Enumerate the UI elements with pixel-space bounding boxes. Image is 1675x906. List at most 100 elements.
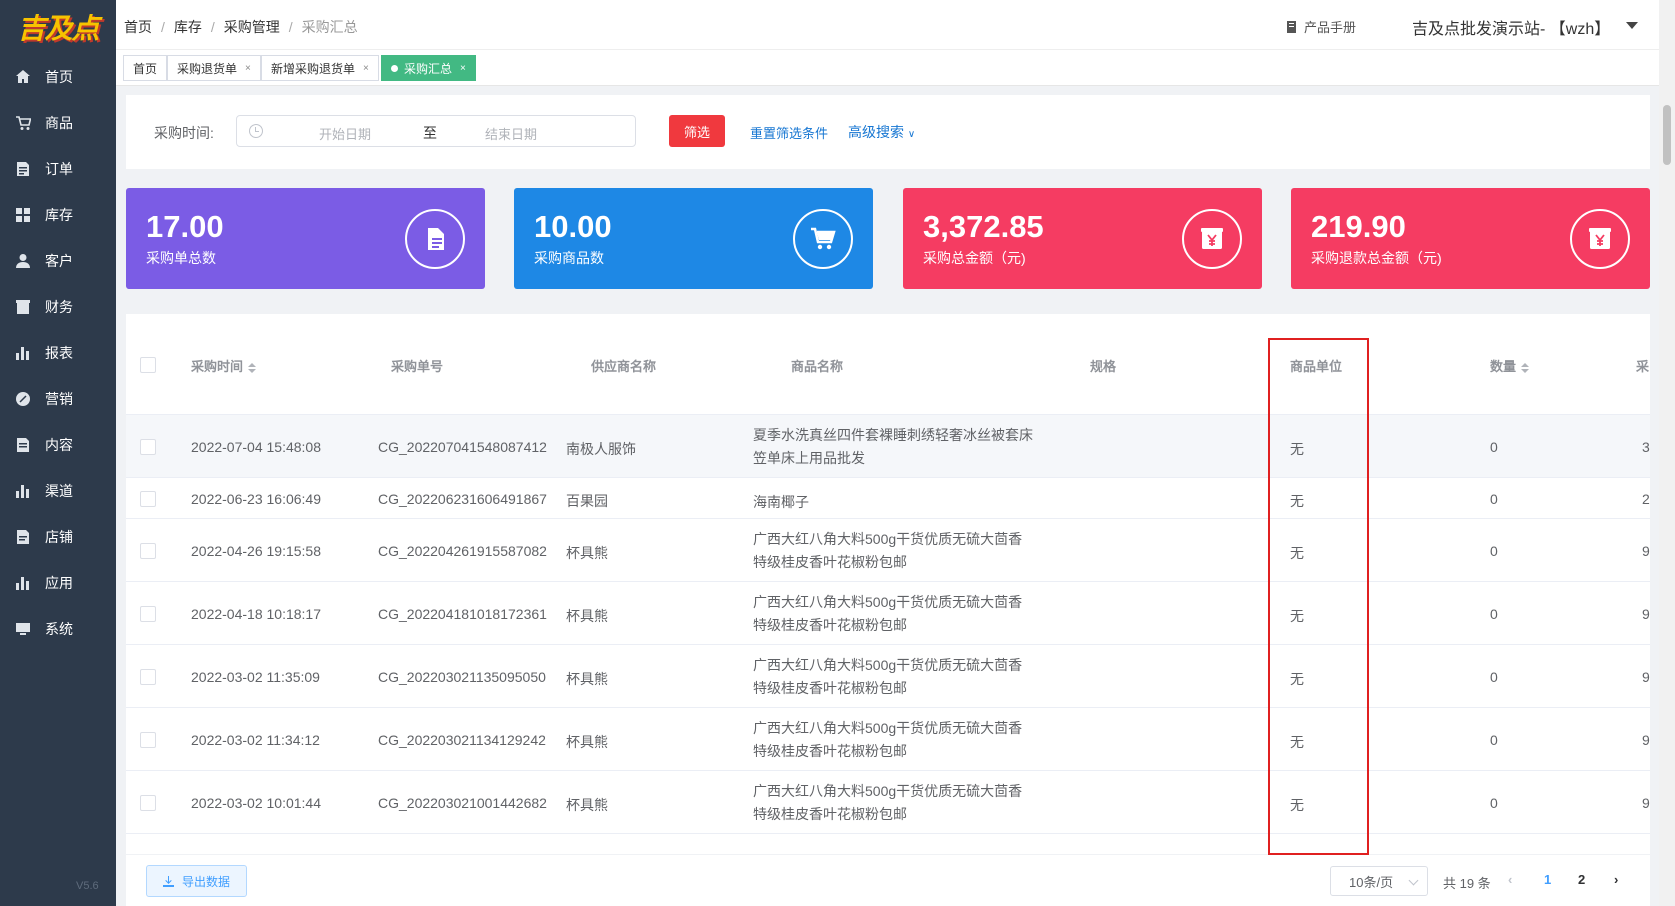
table-row[interactable]: 2022-04-18 10:18:17 CG_202204181018172361… (126, 582, 1650, 645)
sidebar-item-1[interactable]: 商品 (0, 100, 116, 146)
tab-label: 采购汇总 (404, 61, 453, 76)
product-line: 笠单床上用品批发 (753, 450, 865, 466)
bar-chart-icon (16, 347, 29, 360)
logo[interactable]: 吉及点 (0, 0, 116, 54)
order-no[interactable]: CG_202204181018172361 (378, 606, 547, 622)
tab-purchase-return[interactable]: 采购退货单 × (167, 55, 261, 81)
scrollbar-thumb[interactable] (1663, 105, 1671, 165)
sidebar-item-3[interactable]: 库存 (0, 192, 116, 238)
next-page-icon[interactable]: › (1614, 872, 1618, 887)
select-all-checkbox[interactable] (140, 357, 156, 373)
sidebar-item-label: 应用 (45, 575, 73, 591)
header-quantity[interactable]: 数量 (1490, 356, 1530, 375)
clock-icon (249, 124, 263, 138)
close-icon[interactable]: × (363, 63, 369, 74)
page-2[interactable]: 2 (1578, 872, 1585, 887)
product-name: 夏季水洗真丝四件套裸睡刺绣轻奢冰丝被套床 笠单床上用品批发 (753, 424, 1033, 470)
advanced-search-link[interactable]: 高级搜索 ∨ (848, 122, 915, 142)
row-checkbox[interactable] (140, 543, 156, 559)
end-date-input[interactable]: 结束日期 (461, 124, 561, 143)
product-line: 广西大红八角大料500g干货优质无硫大茴香 (753, 783, 1023, 799)
breadcrumb-inventory[interactable]: 库存 (174, 19, 202, 35)
stat-value: 3,372.85 (923, 209, 1044, 244)
order-no[interactable]: CG_202206231606491867 (378, 491, 547, 507)
quantity-value: 0 (1490, 732, 1498, 748)
order-no[interactable]: CG_202204261915587082 (378, 543, 547, 559)
table-header-row: 采购时间 采购单号 供应商名称 商品名称 规格 商品单位 数量 采 (126, 314, 1650, 415)
table-row[interactable]: 2022-03-02 10:01:44 CG_202203021001442682… (126, 771, 1650, 834)
table-row[interactable]: 2022-03-02 11:34:12 CG_202203021134129242… (126, 708, 1650, 771)
export-data-button[interactable]: 导出数据 (146, 865, 247, 897)
sidebar-item-2[interactable]: 订单 (0, 146, 116, 192)
row-checkbox[interactable] (140, 439, 156, 455)
sidebar-item-4[interactable]: 客户 (0, 238, 116, 284)
header-spec: 规格 (1090, 359, 1117, 374)
tab-new-purchase-return[interactable]: 新增采购退货单 × (261, 55, 379, 81)
breadcrumb-purchase-management[interactable]: 采购管理 (224, 19, 280, 35)
order-no[interactable]: CG_202203021135095050 (378, 669, 546, 685)
row-checkbox[interactable] (140, 795, 156, 811)
header-label: 数量 (1490, 359, 1517, 374)
header-purchase-time[interactable]: 采购时间 (191, 356, 257, 375)
user-menu-caret-icon[interactable] (1626, 22, 1638, 29)
bar-chart-icon (16, 577, 29, 590)
quantity-value: 0 (1490, 795, 1498, 811)
site-name[interactable]: 吉及点批发演示站- 【wzh】 (1412, 15, 1610, 39)
supplier-name: 杯具熊 (566, 671, 608, 687)
sidebar-item-5[interactable]: 财务 (0, 284, 116, 330)
sidebar-item-10[interactable]: 店铺 (0, 514, 116, 560)
table-row[interactable]: 2022-03-02 11:35:09 CG_202203021135095050… (126, 645, 1650, 708)
close-icon[interactable]: × (245, 63, 251, 74)
product-manual-link[interactable]: 产品手册 (1286, 17, 1356, 36)
sidebar-item-8[interactable]: 内容 (0, 422, 116, 468)
sidebar-item-label: 首页 (45, 69, 73, 85)
sort-icon[interactable] (1521, 362, 1530, 373)
order-no[interactable]: CG_202207041548087412 (378, 439, 547, 455)
document-icon (17, 438, 29, 452)
purchase-time: 2022-03-02 10:01:44 (191, 795, 321, 811)
sort-icon[interactable] (248, 362, 257, 373)
date-range-picker[interactable]: 开始日期 至 结束日期 (236, 115, 636, 147)
sidebar-item-9[interactable]: 渠道 (0, 468, 116, 514)
page-1[interactable]: 1 (1544, 872, 1551, 887)
quantity-value: 0 (1490, 669, 1498, 685)
prev-page-icon[interactable]: ‹ (1508, 872, 1512, 887)
yen-icon (1570, 209, 1630, 269)
row-checkbox[interactable] (140, 606, 156, 622)
row-checkbox[interactable] (140, 732, 156, 748)
product-line: 特级桂皮香叶花椒粉包邮 (753, 743, 907, 759)
tab-label: 采购退货单 (177, 61, 238, 76)
sidebar-item-7[interactable]: 营销 (0, 376, 116, 422)
order-no[interactable]: CG_202203021001442682 (378, 795, 547, 811)
scrollbar[interactable] (1659, 0, 1675, 906)
sidebar-item-11[interactable]: 应用 (0, 560, 116, 606)
table-row[interactable]: 2022-07-04 15:48:08 CG_202207041548087412… (126, 415, 1650, 478)
stat-value: 17.00 (146, 209, 224, 244)
product-line: 特级桂皮香叶花椒粉包邮 (753, 617, 907, 633)
page-size-select[interactable]: 10条/页 (1330, 866, 1428, 896)
tab-home[interactable]: 首页 (123, 55, 168, 81)
reset-filter-link[interactable]: 重置筛选条件 (750, 123, 828, 142)
stat-card-product-count: 10.00 采购商品数 (514, 188, 873, 289)
close-icon[interactable]: × (460, 63, 466, 74)
sidebar-item-0[interactable]: 首页 (0, 54, 116, 100)
start-date-input[interactable]: 开始日期 (295, 124, 395, 143)
order-no[interactable]: CG_202203021134129242 (378, 732, 546, 748)
row-checkbox[interactable] (140, 491, 156, 507)
sidebar-item-6[interactable]: 报表 (0, 330, 116, 376)
product-line: 特级桂皮香叶花椒粉包邮 (753, 554, 907, 570)
user-icon (16, 254, 30, 268)
grid-icon (16, 208, 30, 222)
product-name: 广西大红八角大料500g干货优质无硫大茴香 特级桂皮香叶花椒粉包邮 (753, 654, 1022, 700)
supplier-name: 杯具熊 (566, 608, 608, 624)
table-row[interactable]: 2022-04-26 19:15:58 CG_202204261915587082… (126, 519, 1650, 582)
sidebar-item-12[interactable]: 系统 (0, 606, 116, 652)
tab-purchase-summary[interactable]: 采购汇总 × (381, 55, 476, 81)
filter-button[interactable]: 筛选 (669, 115, 725, 147)
table-row[interactable]: 2022-06-23 16:06:49 CG_202206231606491867… (126, 478, 1650, 519)
row-checkbox[interactable] (140, 669, 156, 685)
active-dot-icon (391, 64, 398, 72)
breadcrumb-home[interactable]: 首页 (124, 19, 152, 35)
product-manual-label: 产品手册 (1304, 20, 1357, 35)
sidebar-item-label: 渠道 (45, 483, 73, 499)
